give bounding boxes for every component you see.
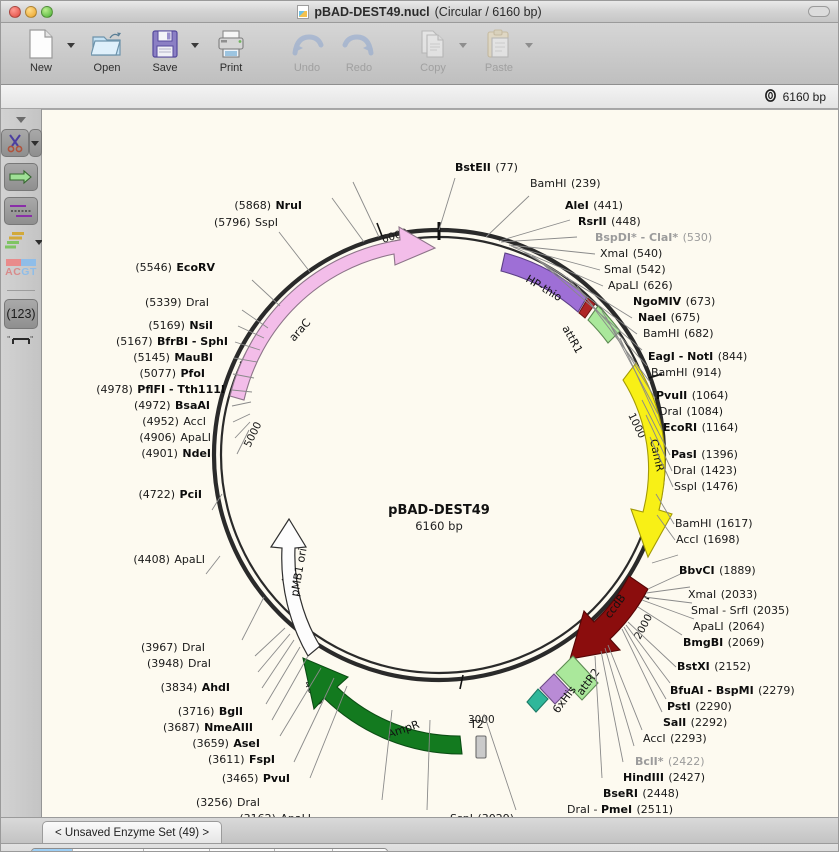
enzyme-set-tab-label: < Unsaved Enzyme Set (49) > <box>55 826 210 839</box>
orf-tool-button[interactable] <box>1 231 33 253</box>
plasmid-map-svg: 1000 2000 3000 4000 5000 <box>205 177 695 811</box>
primers-icon <box>10 205 32 217</box>
numbering-tool-button[interactable]: (123) <box>4 299 38 329</box>
map-center-subtitle: 6160 bp <box>415 519 463 533</box>
copy-pages-icon <box>419 27 447 61</box>
window-controls[interactable] <box>9 6 53 18</box>
open-button[interactable]: Open <box>81 27 133 83</box>
zoom-button[interactable] <box>41 6 53 18</box>
info-bar: 6160 bp <box>1 85 838 109</box>
acgt-translation-icon: ACGT <box>5 266 37 278</box>
save-button[interactable]: Save <box>139 27 191 83</box>
numbering-icon: (123) <box>6 307 36 321</box>
window-title: pBAD-DEST49.nucl (Circular / 6160 bp) <box>1 4 838 19</box>
rail-divider <box>7 290 35 291</box>
copy-button-label: Copy <box>420 62 446 74</box>
main-toolbar: New Open Save Print Undo Redo Copy Paste <box>1 23 838 85</box>
feature-label-arac: araC <box>287 316 314 344</box>
map-center-title: pBAD-DEST49 <box>388 503 490 518</box>
undo-button[interactable]: Undo <box>281 27 333 83</box>
map-tools-rail: ACGT (123) " " <box>1 109 43 817</box>
window-title-topology: (Circular / 6160 bp) <box>434 4 542 19</box>
feature-pmb1-ori[interactable]: pMB1 ori <box>269 517 321 657</box>
new-button[interactable]: New <box>15 27 67 83</box>
feature-label-attr1: attR1 <box>559 323 585 356</box>
paste-menu-chevron-down-icon[interactable] <box>525 43 533 48</box>
feature-t2[interactable]: T2 <box>469 718 487 759</box>
enzyme-set-tab[interactable]: < Unsaved Enzyme Set (49) > <box>42 821 223 843</box>
copy-button[interactable]: Copy <box>407 27 459 83</box>
document-icon <box>297 4 310 19</box>
redo-button-label: Redo <box>345 62 373 74</box>
paste-button[interactable]: Paste <box>473 27 525 83</box>
open-folder-icon <box>91 27 123 61</box>
orf-icon <box>5 232 24 249</box>
floppy-disk-icon <box>151 27 179 61</box>
redo-button[interactable]: Redo <box>333 27 385 83</box>
enzyme-set-tab-strip: < Unsaved Enzyme Set (49) > <box>1 817 838 843</box>
application-window: pBAD-DEST49.nucl (Circular / 6160 bp) Ne… <box>0 0 839 852</box>
ruler-icon: " " <box>7 335 33 344</box>
svg-text:": " <box>7 335 10 343</box>
enzymes-tool-button[interactable] <box>1 129 29 157</box>
main-body: ACGT (123) " " 1000 2000 3000 5000 6000 … <box>1 109 838 817</box>
clipboard-icon <box>485 27 513 61</box>
chevron-down-icon <box>31 140 39 146</box>
bottom-bar: Map Sequence Enzymes Features Primers Hi… <box>1 843 838 851</box>
acgt-bar-icon <box>6 259 36 266</box>
primers-tool-button[interactable] <box>4 197 38 225</box>
save-menu-chevron-down-icon[interactable] <box>191 43 199 48</box>
translation-tool-button[interactable]: ACGT <box>4 259 38 278</box>
new-menu-chevron-down-icon[interactable] <box>67 43 75 48</box>
open-button-label: Open <box>93 62 121 74</box>
copy-menu-chevron-down-icon[interactable] <box>459 43 467 48</box>
svg-text:": " <box>30 335 33 343</box>
close-button[interactable] <box>9 6 21 18</box>
feature-camr[interactable]: CamR <box>622 362 673 559</box>
title-bar: pBAD-DEST49.nucl (Circular / 6160 bp) <box>1 1 838 23</box>
feature-label-t2: T2 <box>469 718 484 731</box>
map-canvas-container: 1000 2000 3000 4000 5000 <box>42 109 838 817</box>
view-tabs: Map Sequence Enzymes Features Primers Hi… <box>31 848 389 851</box>
green-arrow-feature-icon <box>9 169 32 185</box>
plasmid-backbone <box>211 227 667 683</box>
feature-attr2[interactable]: attR2 6xHis <box>526 655 602 716</box>
feature-attr1-block <box>587 305 621 344</box>
undo-arrow-icon <box>290 27 324 61</box>
new-document-icon <box>28 27 54 61</box>
save-button-label: Save <box>152 62 178 74</box>
enzymes-tool-menu-button[interactable] <box>28 129 42 157</box>
feature-arac[interactable]: araC <box>229 225 437 401</box>
undo-button-label: Undo <box>293 62 321 74</box>
tick-label-5000: 5000 <box>242 420 265 449</box>
plasmid-map-canvas[interactable]: 1000 2000 3000 4000 5000 <box>42 110 838 817</box>
new-button-label: New <box>29 62 52 74</box>
circular-dna-icon <box>764 88 777 105</box>
rail-collapse-chevron-down-icon[interactable] <box>16 117 26 123</box>
scissors-enzyme-icon <box>7 134 22 153</box>
ruler-tool-button[interactable]: " " <box>4 335 38 347</box>
window-title-filename: pBAD-DEST49.nucl <box>314 4 430 19</box>
toolbar-toggle-button[interactable] <box>808 6 830 17</box>
minimize-button[interactable] <box>25 6 37 18</box>
redo-arrow-icon <box>342 27 376 61</box>
sequence-length-label: 6160 bp <box>782 89 826 104</box>
features-tool-button[interactable] <box>4 163 38 191</box>
print-button[interactable]: Print <box>205 27 257 83</box>
print-button-label: Print <box>219 62 243 74</box>
printer-icon <box>216 27 246 61</box>
paste-button-label: Paste <box>484 62 514 74</box>
